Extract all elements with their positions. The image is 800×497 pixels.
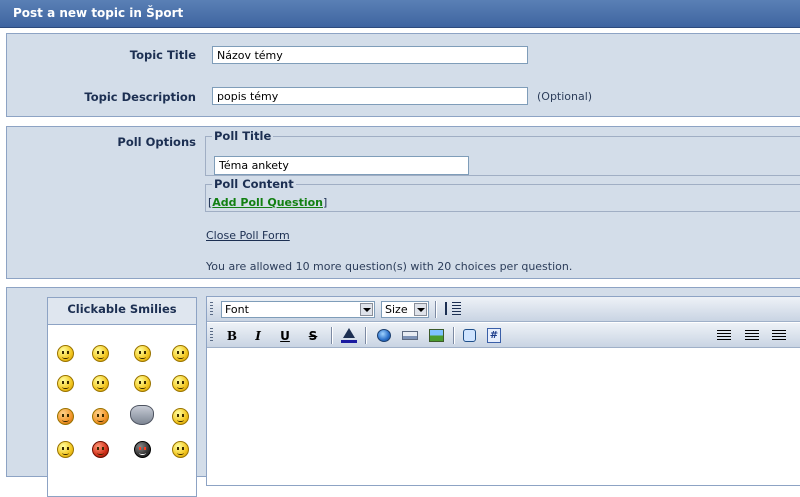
align-left-icon[interactable] xyxy=(717,330,731,341)
poll-title-input[interactable] xyxy=(214,156,469,175)
toolbar-grip-icon[interactable] xyxy=(210,328,213,343)
size-select-value: Size xyxy=(385,303,408,316)
devil-smiley-icon[interactable] xyxy=(92,441,109,458)
chevron-down-icon xyxy=(414,303,427,316)
editor-toolbar-top: Font Size xyxy=(207,297,800,322)
underline-button[interactable]: U xyxy=(275,327,295,345)
bold-button[interactable]: B xyxy=(222,327,242,345)
page-title: Post a new topic in Šport xyxy=(13,6,184,20)
font-select[interactable]: Font xyxy=(221,301,375,318)
close-poll-form-link[interactable]: Close Poll Form xyxy=(206,229,290,242)
wolf-smiley-icon[interactable] xyxy=(130,405,154,425)
poll-options-label: Poll Options xyxy=(117,135,196,149)
toolbar-grip-icon[interactable] xyxy=(210,302,213,317)
poll-content-fieldset: Poll Content [Add Poll Question] xyxy=(205,177,800,212)
rich-text-editor: Font Size B I U S # xyxy=(206,296,800,486)
smiley-icon[interactable] xyxy=(57,345,74,362)
topic-details-panel: Topic Title Topic Description (Optional) xyxy=(6,33,800,117)
strikethrough-button[interactable]: S xyxy=(303,327,323,345)
poll-title-legend: Poll Title xyxy=(214,129,272,143)
add-poll-question-link[interactable]: Add Poll Question xyxy=(212,196,323,209)
font-color-icon[interactable] xyxy=(341,328,357,343)
smiley-icon[interactable] xyxy=(92,345,109,362)
smiley-icon[interactable] xyxy=(134,345,151,362)
align-center-icon[interactable] xyxy=(745,330,759,341)
smiley-icon[interactable] xyxy=(172,345,189,362)
smiley-icon[interactable] xyxy=(134,375,151,392)
window-titlebar: Post a new topic in Šport xyxy=(0,0,800,28)
italic-button[interactable]: I xyxy=(248,327,268,345)
toolbar-separator xyxy=(331,327,332,344)
insert-image-icon[interactable] xyxy=(429,329,444,342)
smiley-icon[interactable] xyxy=(57,441,74,458)
smiley-icon[interactable] xyxy=(92,408,109,425)
post-editor-panel: Clickable Smilies Font Size B I U S # xyxy=(6,287,800,497)
insert-link-icon[interactable] xyxy=(377,329,391,342)
editor-toolbar-bottom: B I U S # xyxy=(207,323,800,348)
poll-options-panel: Poll Options Poll Title Poll Content [Ad… xyxy=(6,126,800,279)
evil-smiley-icon[interactable] xyxy=(134,441,151,458)
optional-note: (Optional) xyxy=(537,90,593,103)
font-select-value: Font xyxy=(225,303,249,316)
topic-description-label: Topic Description xyxy=(84,90,196,104)
poll-title-fieldset: Poll Title xyxy=(205,129,800,176)
chevron-down-icon xyxy=(360,303,373,316)
smiley-icon[interactable] xyxy=(57,408,74,425)
smiley-icon[interactable] xyxy=(172,375,189,392)
poll-allowed-note: You are allowed 10 more question(s) with… xyxy=(206,260,573,273)
size-select[interactable]: Size xyxy=(381,301,429,318)
quote-icon[interactable] xyxy=(463,329,476,342)
smiley-icon[interactable] xyxy=(57,375,74,392)
poll-content-legend: Poll Content xyxy=(214,177,294,191)
toolbar-separator xyxy=(365,327,366,344)
smiley-icon[interactable] xyxy=(92,375,109,392)
add-poll-question-wrap: [Add Poll Question] xyxy=(208,196,328,209)
align-right-icon[interactable] xyxy=(772,330,786,341)
toolbar-separator xyxy=(453,327,454,344)
smiley-icon[interactable] xyxy=(172,441,189,458)
insert-email-icon[interactable] xyxy=(402,331,418,340)
clickable-smilies-box: Clickable Smilies xyxy=(47,297,197,497)
topic-title-label: Topic Title xyxy=(129,48,196,62)
topic-description-input[interactable] xyxy=(212,87,528,105)
topic-title-input[interactable] xyxy=(212,46,528,64)
code-icon[interactable]: # xyxy=(487,328,501,343)
outdent-icon[interactable] xyxy=(445,302,461,315)
smiley-icon[interactable] xyxy=(172,408,189,425)
toolbar-separator xyxy=(435,301,436,318)
smilies-heading: Clickable Smilies xyxy=(48,298,196,325)
